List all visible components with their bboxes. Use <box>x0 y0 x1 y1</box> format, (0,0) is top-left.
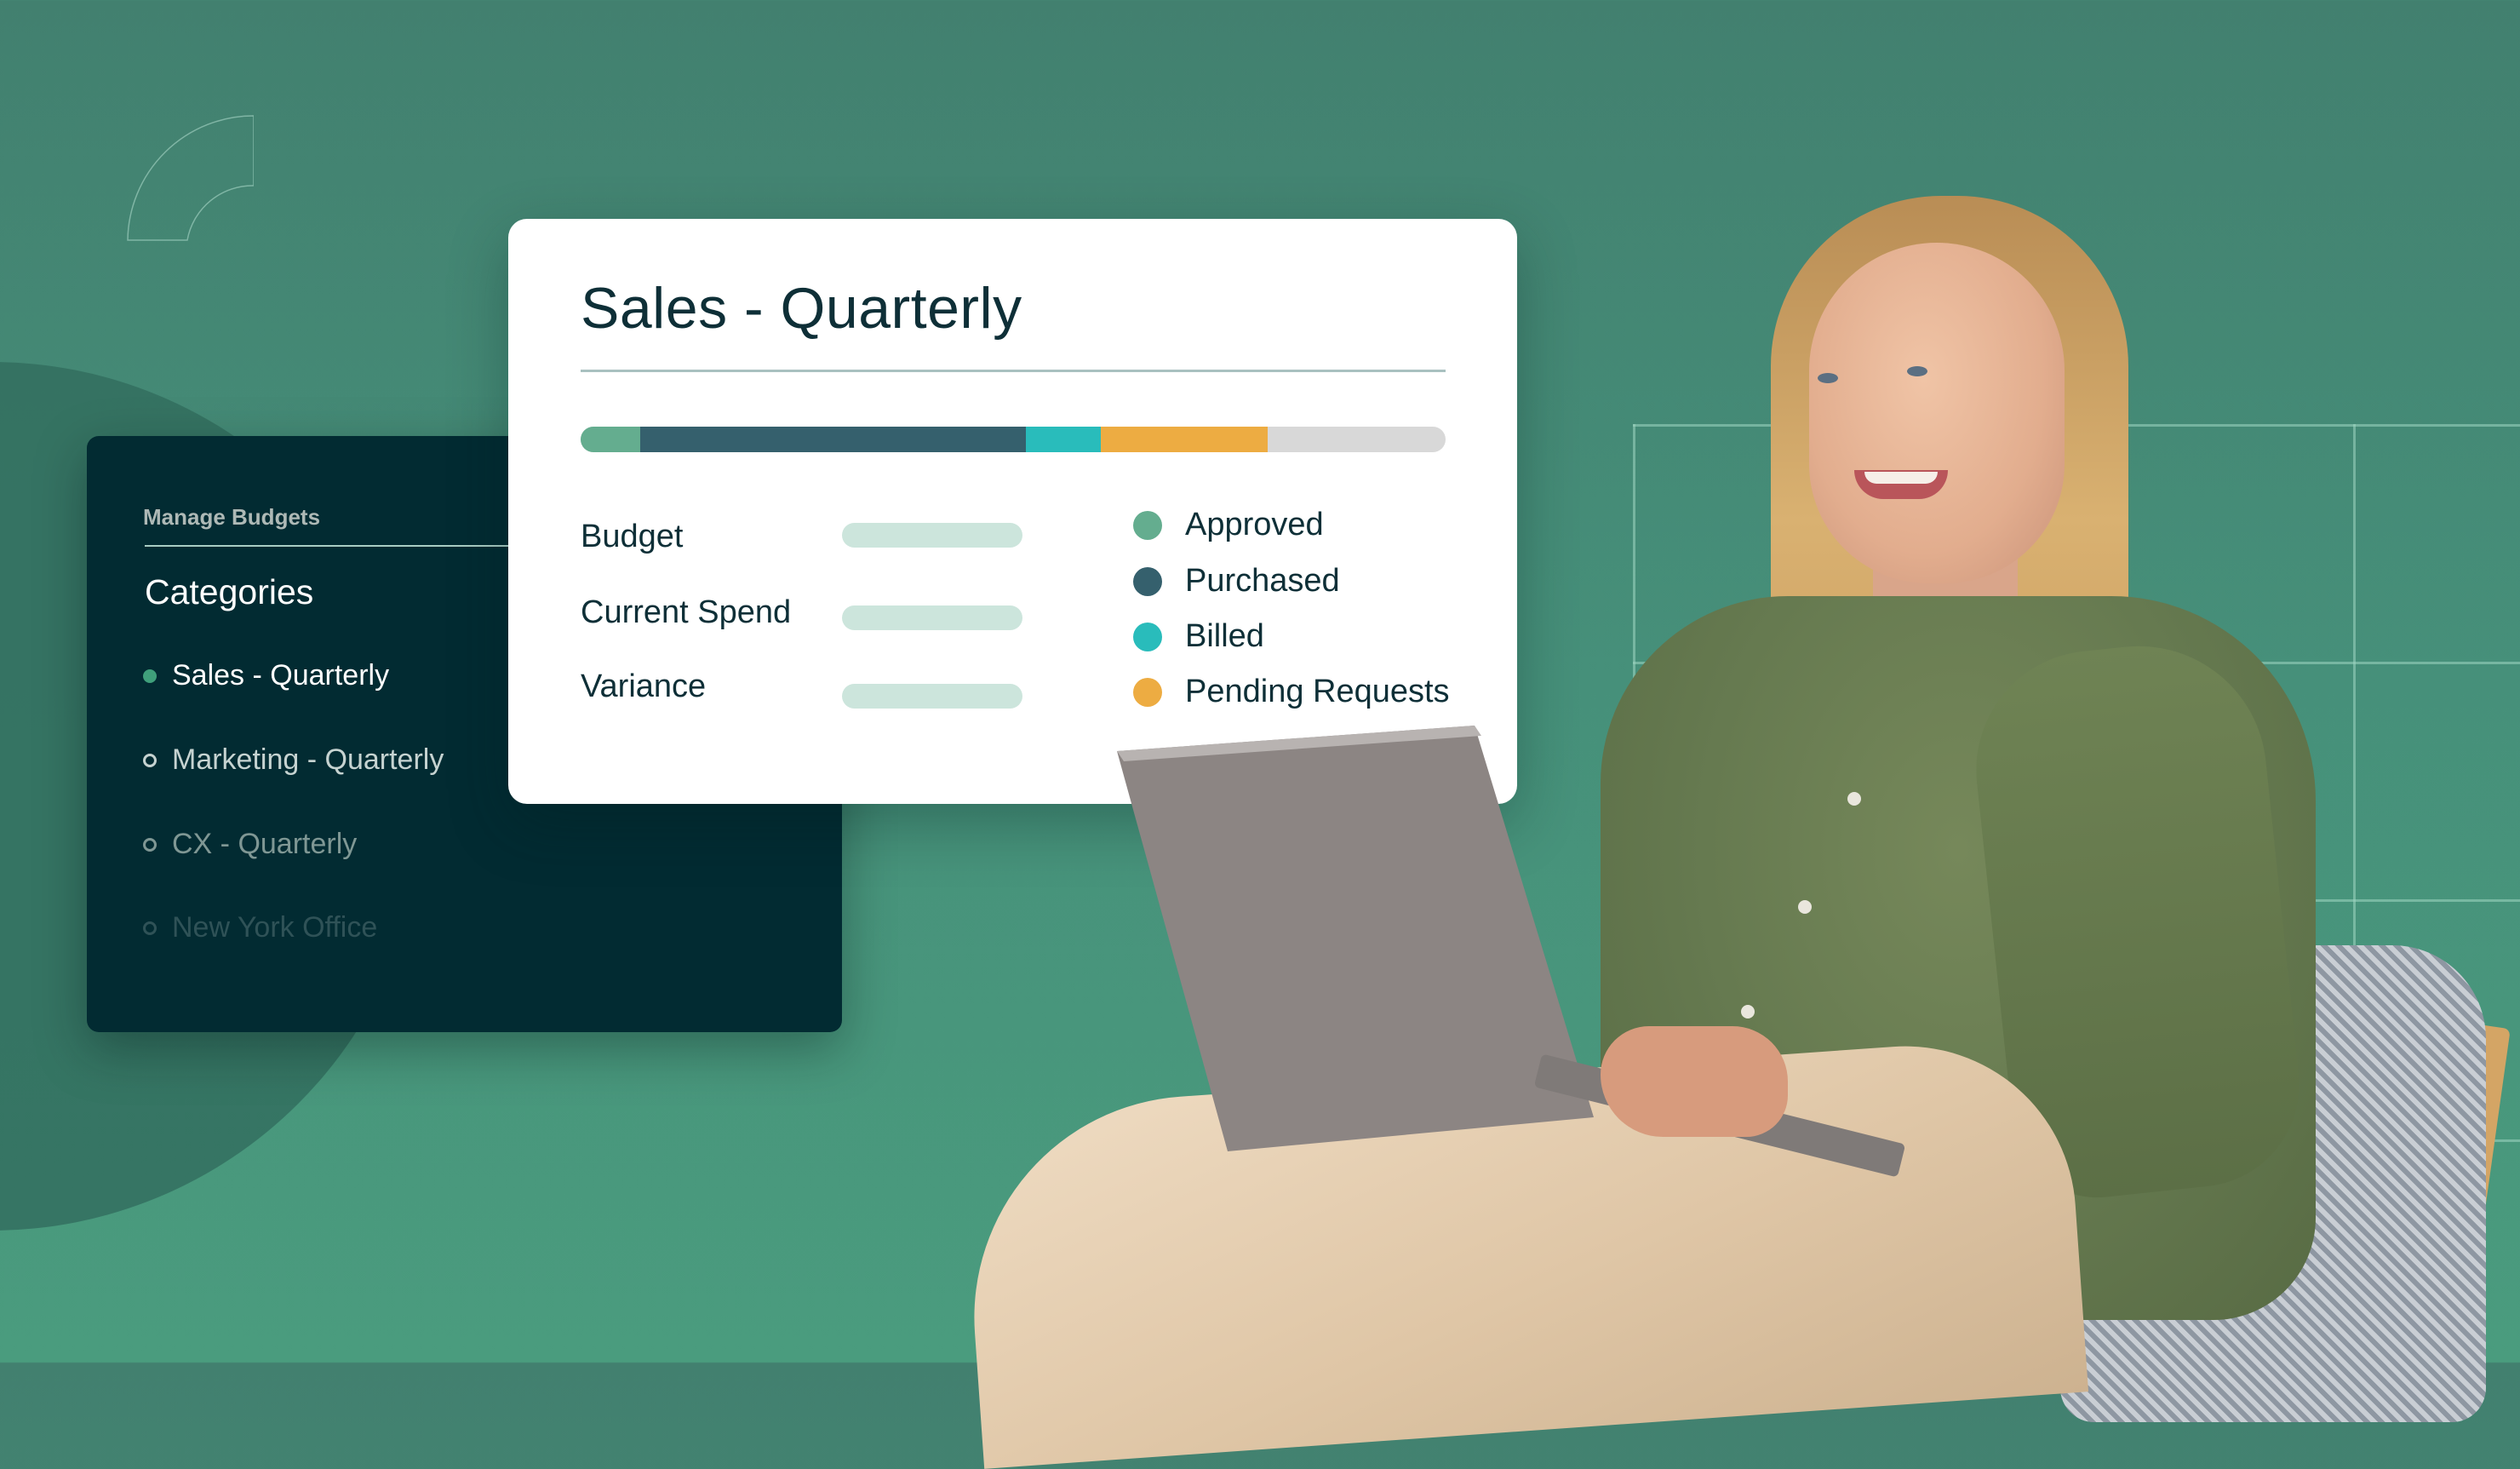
legend-item-purchased: Purchased <box>1133 563 1340 600</box>
budget-progress-bar <box>581 427 1446 452</box>
category-label: New York Office <box>172 911 378 944</box>
category-label: Sales - Quarterly <box>172 659 390 691</box>
variance-value-placeholder <box>842 684 1022 709</box>
inactive-circle-icon <box>143 753 157 767</box>
legend-item-pending-requests: Pending Requests <box>1133 674 1450 710</box>
progress-segment-approved <box>581 427 641 452</box>
inactive-circle-icon <box>143 921 157 935</box>
card-title: Sales - Quarterly <box>581 276 1022 341</box>
row-label-budget: Budget <box>581 519 684 554</box>
inactive-circle-icon <box>143 837 157 852</box>
person-hand <box>1601 1026 1788 1137</box>
progress-segment-billed <box>1026 427 1101 452</box>
legend-label: Purchased <box>1185 563 1340 599</box>
progress-segment-pending-requests <box>1100 427 1268 452</box>
card-divider <box>581 370 1446 372</box>
row-label-current-spend: Current Spend <box>581 594 792 630</box>
shirt-button <box>1798 900 1812 914</box>
progress-segment-purchased <box>640 427 1027 452</box>
legend-label: Approved <box>1185 507 1324 542</box>
category-item-sales-quarterly[interactable]: Sales - Quarterly <box>143 659 389 692</box>
budget-value-placeholder <box>842 523 1022 548</box>
category-label: CX - Quarterly <box>172 828 358 860</box>
shirt-button <box>1847 792 1861 806</box>
row-label-variance: Variance <box>581 669 707 704</box>
quarter-ring-decoration <box>127 115 254 241</box>
laptop <box>1117 726 1594 1151</box>
category-label: Marketing - Quarterly <box>172 743 444 776</box>
legend-dot-icon <box>1133 622 1162 651</box>
legend-item-approved: Approved <box>1133 507 1324 543</box>
category-item-new-york-office[interactable]: New York Office <box>143 911 377 944</box>
budget-summary-card: Sales - Quarterly Budget Current Spend V… <box>508 219 1517 804</box>
person-eye <box>1907 366 1927 376</box>
legend-label: Billed <box>1185 618 1264 654</box>
categories-title: Categories <box>145 572 314 611</box>
active-dot-icon <box>143 669 157 683</box>
shirt-button <box>1741 1005 1755 1019</box>
current-spend-value-placeholder <box>842 605 1022 630</box>
legend-item-billed: Billed <box>1133 618 1264 655</box>
person-eye <box>1818 373 1838 383</box>
panel-heading: Manage Budgets <box>143 504 321 530</box>
legend-label: Pending Requests <box>1185 674 1450 709</box>
category-item-cx-quarterly[interactable]: CX - Quarterly <box>143 828 357 861</box>
legend-dot-icon <box>1133 566 1162 596</box>
category-item-marketing-quarterly[interactable]: Marketing - Quarterly <box>143 743 444 777</box>
legend-dot-icon <box>1133 677 1162 707</box>
person-teeth <box>1864 472 1938 484</box>
legend-dot-icon <box>1133 510 1162 540</box>
person-face <box>1809 243 2065 583</box>
